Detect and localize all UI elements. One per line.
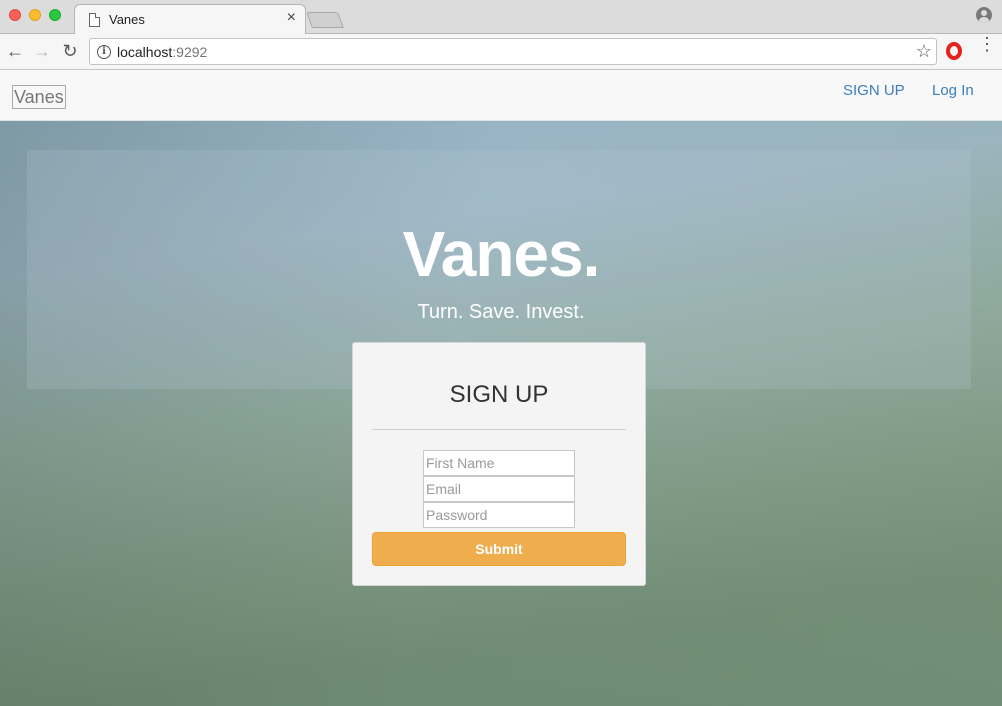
- url-text: localhost:9292: [117, 44, 208, 60]
- back-arrow-icon[interactable]: ←: [4, 40, 26, 62]
- submit-button[interactable]: Submit: [372, 532, 626, 566]
- browser-tab[interactable]: Vanes ×: [74, 4, 306, 35]
- profile-icon[interactable]: [976, 7, 992, 23]
- hero-section: Vanes. Turn. Save. Invest. SIGN UP Submi…: [0, 121, 1002, 706]
- page-icon: [89, 13, 100, 27]
- hero-title: Vanes.: [402, 218, 601, 290]
- info-icon[interactable]: i: [97, 45, 111, 59]
- hero-tagline: Turn. Save. Invest.: [417, 301, 585, 323]
- window-close-button[interactable]: [9, 9, 21, 21]
- reload-icon[interactable]: ↻: [59, 40, 81, 62]
- forward-arrow-icon[interactable]: →: [31, 40, 53, 62]
- tab-title: Vanes: [109, 12, 145, 27]
- browser-toolbar: ← → ↻ i localhost:9292 ☆ ⋮: [0, 34, 1002, 70]
- opera-icon[interactable]: [946, 42, 962, 60]
- page-viewport: Vanes SIGN UP Log In Vanes. Turn. Save. …: [0, 70, 1002, 706]
- brand-logo[interactable]: Vanes: [12, 85, 66, 109]
- site-navbar: Vanes SIGN UP Log In: [0, 70, 1002, 121]
- address-bar[interactable]: i localhost:9292 ☆: [89, 38, 937, 65]
- divider: [372, 429, 626, 430]
- email-input[interactable]: [423, 476, 575, 502]
- new-tab-button[interactable]: [306, 12, 344, 28]
- nav-login-link[interactable]: Log In: [932, 82, 974, 99]
- browser-tabstrip: Vanes ×: [0, 0, 1002, 35]
- signup-title: SIGN UP: [449, 381, 549, 408]
- star-icon[interactable]: ☆: [916, 41, 932, 62]
- signup-card: SIGN UP Submit: [352, 342, 646, 586]
- menu-dots-icon[interactable]: ⋮: [978, 35, 996, 53]
- first-name-input[interactable]: [423, 450, 575, 476]
- password-input[interactable]: [423, 502, 575, 528]
- nav-signup-link[interactable]: SIGN UP: [843, 82, 905, 99]
- window-minimize-button[interactable]: [29, 9, 41, 21]
- close-icon[interactable]: ×: [287, 10, 296, 26]
- window-maximize-button[interactable]: [49, 9, 61, 21]
